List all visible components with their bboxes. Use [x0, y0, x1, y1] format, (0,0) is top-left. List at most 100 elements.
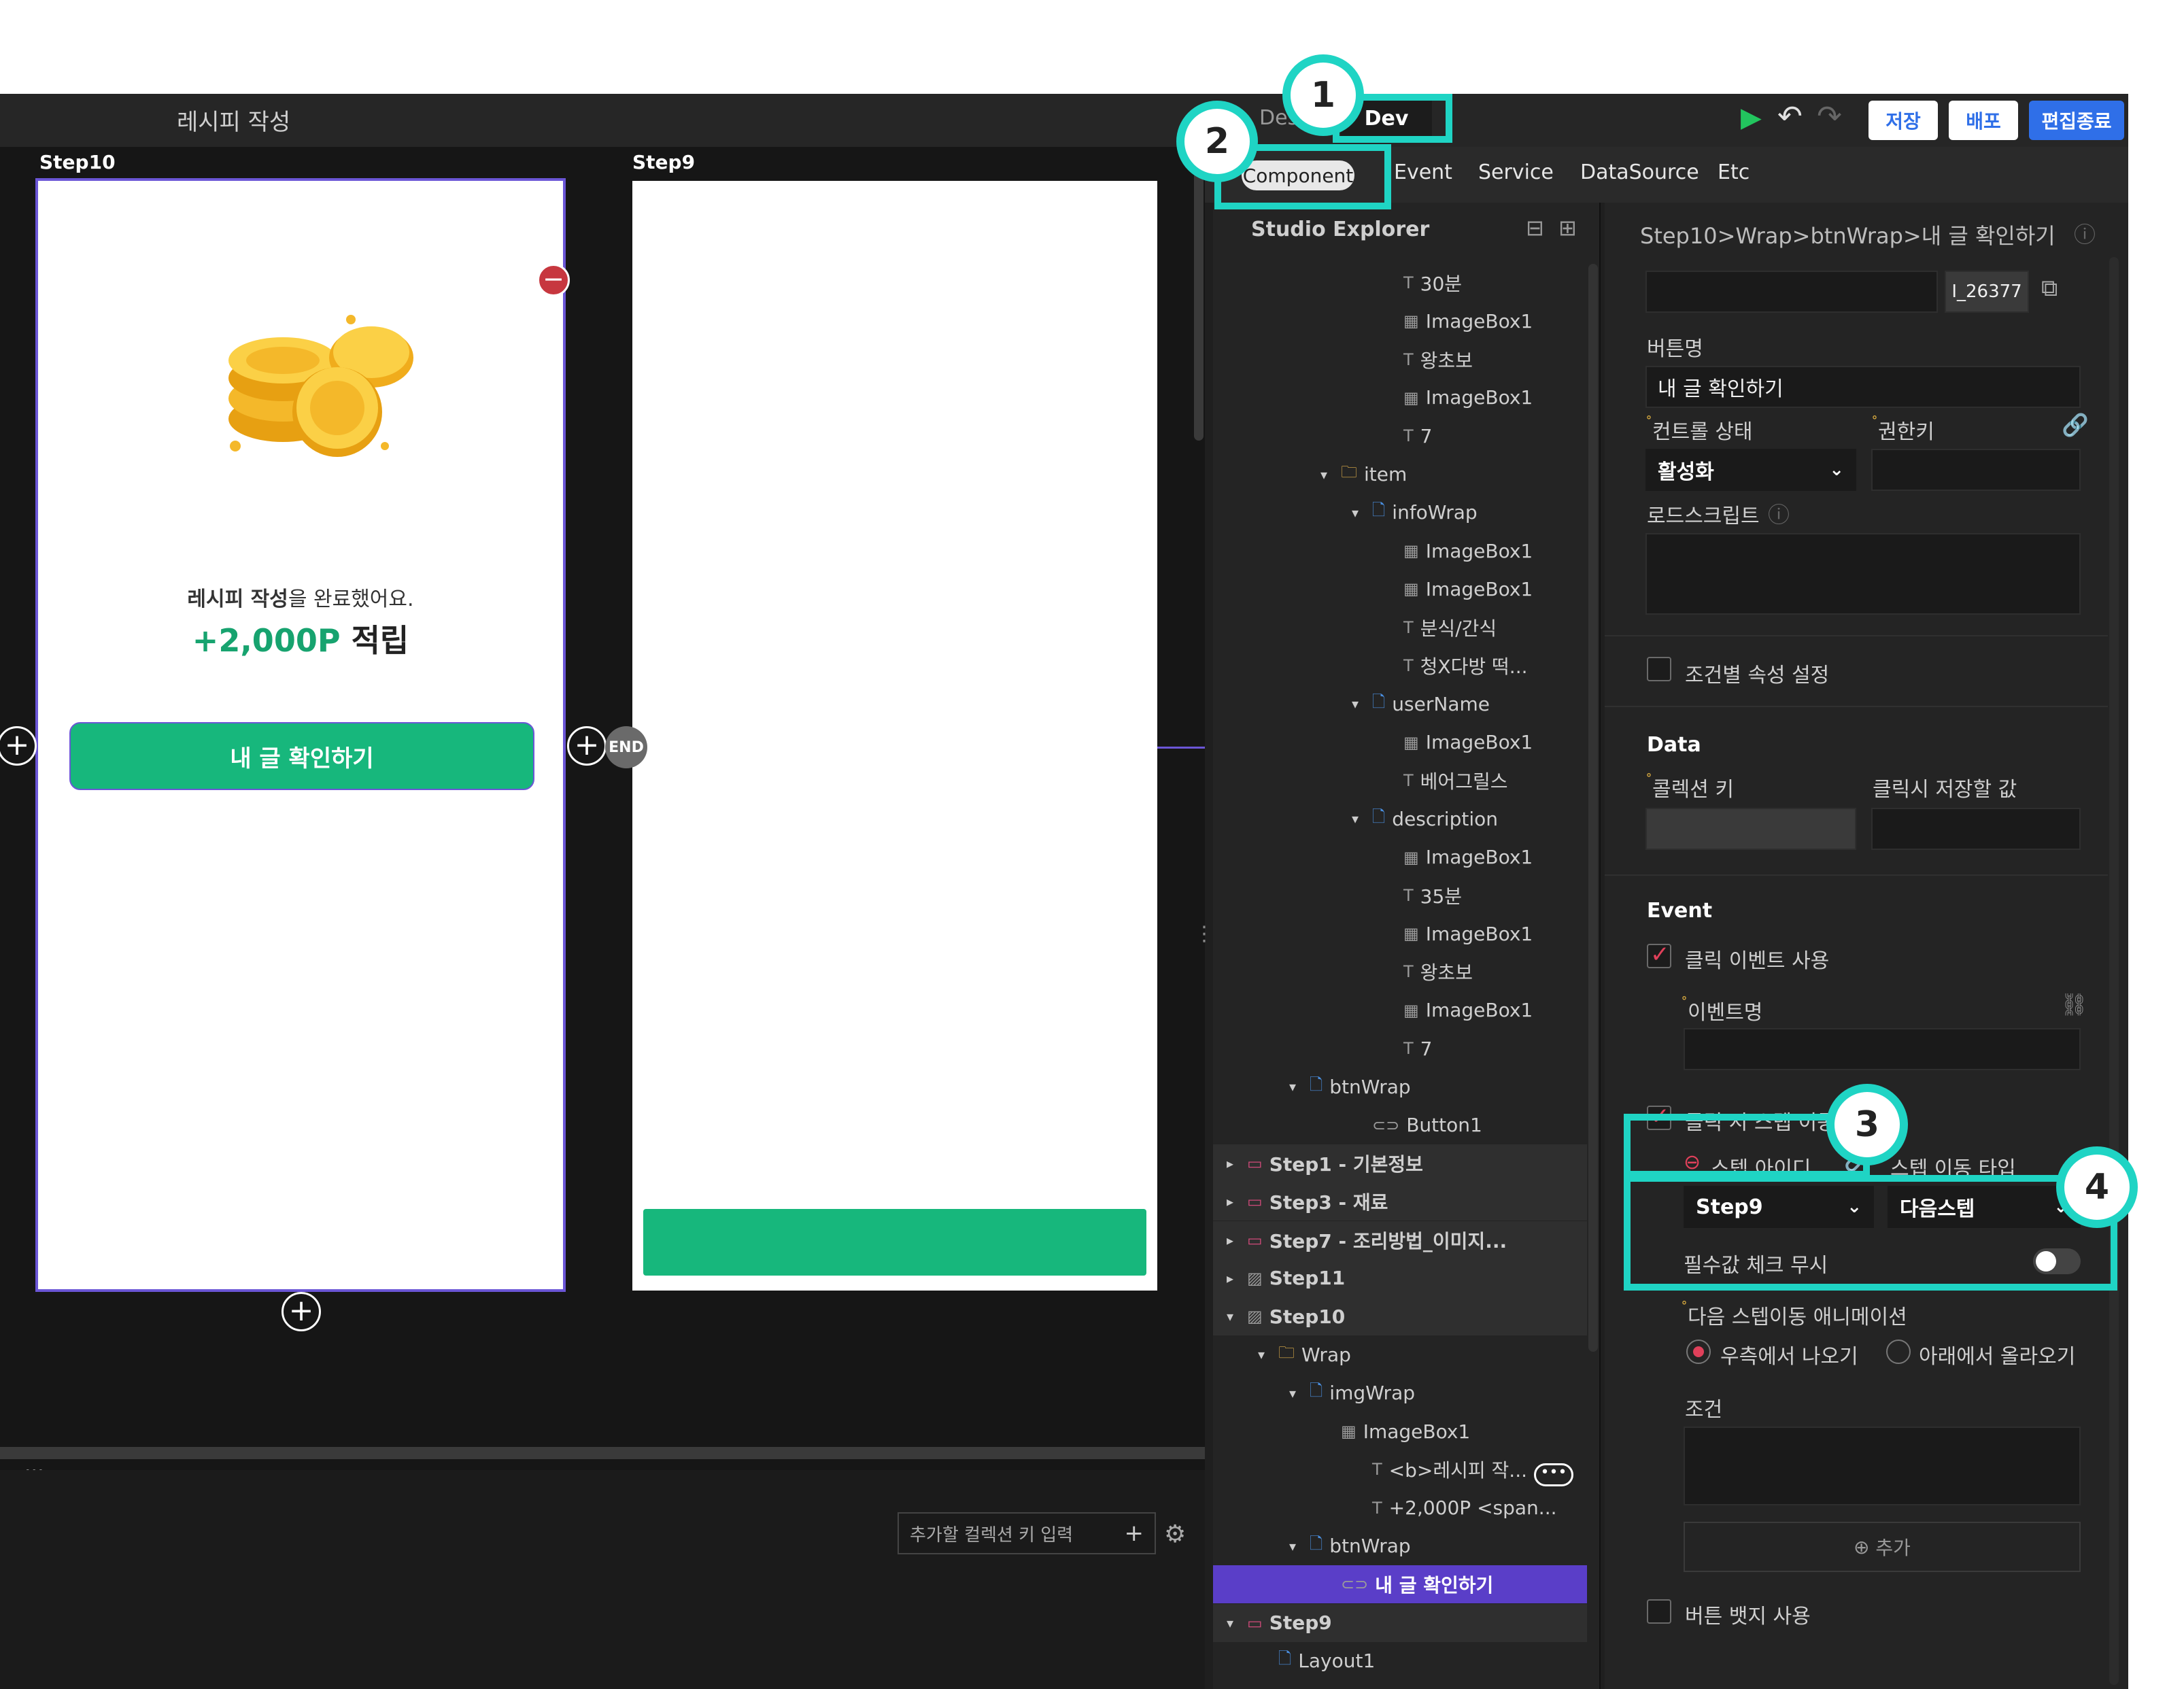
deploy-button[interactable]: 배포: [1949, 101, 2018, 140]
tree-item[interactable]: ▦ ImageBox1: [1213, 838, 1587, 876]
tree-item[interactable]: ▦ ImageBox1: [1213, 570, 1587, 608]
link-icon[interactable]: 🔗: [2062, 412, 2089, 438]
caret-icon[interactable]: ▾: [1289, 1538, 1310, 1554]
gear-icon[interactable]: ⚙: [1164, 1520, 1186, 1548]
props-scrollbar[interactable]: [2109, 257, 2119, 1685]
canvas-scrollbar[interactable]: [1194, 169, 1204, 441]
add-condition-button[interactable]: ⊕ 추가: [1684, 1522, 2081, 1572]
add-collection-icon[interactable]: +: [1125, 1520, 1144, 1547]
tab-service[interactable]: Service: [1478, 160, 1554, 184]
anim-bottom-radio[interactable]: [1886, 1340, 1911, 1364]
info-icon[interactable]: ⓘ: [2074, 218, 2096, 249]
control-state-select[interactable]: 활성화 ⌄: [1645, 449, 1856, 491]
copy-icon[interactable]: ⧉: [2041, 275, 2058, 302]
tree-item[interactable]: ▸ ▭ Step7 - 조리방법_이미지...: [1213, 1221, 1587, 1259]
load-script-info-icon[interactable]: ⓘ: [1768, 498, 1790, 529]
tab-datasource[interactable]: DataSource: [1580, 160, 1699, 184]
tree-item[interactable]: ▸ ▭ Step3 - 재료: [1213, 1182, 1587, 1221]
permission-key-input[interactable]: [1871, 449, 2081, 491]
caret-icon[interactable]: ▾: [1352, 696, 1372, 712]
tree-item[interactable]: T 청X다방 떡...: [1213, 647, 1587, 685]
collection-key-input[interactable]: 추가할 컬렉션 키 입력 +: [898, 1512, 1156, 1554]
caret-icon[interactable]: ▾: [1227, 1615, 1247, 1631]
caret-icon[interactable]: ▾: [1258, 1346, 1278, 1363]
button-name-input[interactable]: 내 글 확인하기: [1645, 366, 2081, 408]
tree-item[interactable]: ▦ ImageBox1: [1213, 302, 1587, 340]
tab-event[interactable]: Event: [1394, 160, 1452, 184]
collection-key-input[interactable]: [1645, 808, 1856, 850]
explorer-scrollbar[interactable]: [1588, 264, 1598, 1352]
caret-icon[interactable]: ▸: [1227, 1270, 1247, 1286]
confirm-post-button[interactable]: 내 글 확인하기: [69, 722, 534, 790]
caret-icon[interactable]: ▾: [1289, 1078, 1310, 1095]
tree-item[interactable]: ▦ ImageBox1: [1213, 379, 1587, 417]
tree-item[interactable]: ⊂⊃ 내 글 확인하기: [1213, 1565, 1587, 1604]
canvas-splitter[interactable]: [0, 1447, 1205, 1459]
step9-button[interactable]: [643, 1209, 1146, 1276]
caret-icon[interactable]: ▾: [1352, 811, 1372, 827]
tree-item[interactable]: ▾ 🗋 btnWrap: [1213, 1068, 1587, 1106]
add-step-between-icon[interactable]: +: [567, 726, 607, 766]
play-icon[interactable]: ▶: [1741, 102, 1762, 133]
tree-item[interactable]: ▦ ImageBox1: [1213, 915, 1587, 953]
tree-item[interactable]: ▦ ImageBox1: [1213, 532, 1587, 570]
tree-item[interactable]: ⊂⊃ Button1: [1213, 1106, 1587, 1144]
unlink-icon[interactable]: ⛓: [2060, 991, 2088, 1017]
tree-item[interactable]: ▾ 🗋 userName: [1213, 685, 1587, 723]
tree-item[interactable]: ▾ ▭ Step9: [1213, 1603, 1587, 1642]
tree-item[interactable]: ▦ ImageBox1: [1213, 991, 1587, 1029]
caret-icon[interactable]: ▾: [1320, 466, 1341, 483]
step9-preview[interactable]: [632, 181, 1157, 1291]
condition-textarea[interactable]: [1684, 1427, 2081, 1505]
exit-edit-button[interactable]: 편집종료: [2029, 101, 2124, 140]
caret-icon[interactable]: ▸: [1227, 1232, 1247, 1248]
tree-item[interactable]: T 35분: [1213, 876, 1587, 915]
tree-item[interactable]: ▾ 🗋 infoWrap: [1213, 494, 1587, 532]
conditional-attr-checkbox[interactable]: [1647, 657, 1671, 681]
caret-icon[interactable]: ▾: [1227, 1308, 1247, 1325]
caret-icon[interactable]: ▸: [1227, 1193, 1247, 1210]
tree-item[interactable]: ▾ ▨ Step10: [1213, 1297, 1587, 1336]
more-options-icon[interactable]: •••: [1534, 1463, 1573, 1486]
tree-item[interactable]: T 30분: [1213, 264, 1587, 302]
add-step-left-icon[interactable]: +: [0, 726, 37, 766]
tree-item[interactable]: ▾▭스텝버튼: [1213, 1680, 1587, 1689]
caret-icon[interactable]: ▾: [1289, 1385, 1310, 1401]
tree-item[interactable]: ▦ ImageBox1: [1213, 1412, 1587, 1450]
redo-icon[interactable]: ↷: [1817, 99, 1842, 134]
tree-item[interactable]: T7: [1213, 1029, 1587, 1068]
tree-item[interactable]: 🗋 Layout1: [1213, 1642, 1587, 1680]
tree-item[interactable]: ▾ 🗋 imgWrap: [1213, 1374, 1587, 1412]
event-name-input[interactable]: [1684, 1028, 2081, 1070]
add-step-below-icon[interactable]: +: [281, 1292, 321, 1331]
click-save-value-input[interactable]: [1871, 808, 2081, 850]
use-click-event-checkbox[interactable]: [1647, 941, 1671, 968]
resize-handle-icon[interactable]: ⋮: [1194, 924, 1214, 944]
use-button-badge-checkbox[interactable]: [1647, 1599, 1671, 1624]
id-field-blank[interactable]: [1645, 271, 1938, 313]
tree-item[interactable]: T <b>레시피 작...: [1213, 1450, 1587, 1488]
tree-item[interactable]: ▾ 🗋 description: [1213, 800, 1587, 838]
tree-item[interactable]: ▾ 🗀 item: [1213, 456, 1587, 494]
remove-step-icon[interactable]: −: [537, 264, 570, 296]
step10-preview[interactable]: 레시피 작성을 완료했어요. +2,000P 적립 내 글 확인하기: [35, 178, 566, 1292]
caret-icon[interactable]: ▸: [1227, 1155, 1247, 1172]
expand-all-icon[interactable]: ⊞: [1558, 215, 1577, 241]
tree-item[interactable]: ▾ 🗋 btnWrap: [1213, 1527, 1587, 1565]
undo-icon[interactable]: ↶: [1777, 99, 1803, 134]
collapse-all-icon[interactable]: ⊟: [1526, 215, 1544, 241]
caret-icon[interactable]: ▾: [1352, 505, 1372, 521]
anim-right-radio[interactable]: [1686, 1340, 1711, 1364]
tree-item[interactable]: ▾ 🗀 Wrap: [1213, 1335, 1587, 1374]
tree-item[interactable]: ▸ ▭ Step1 - 기본정보: [1213, 1144, 1587, 1182]
tree-item[interactable]: ▦ ImageBox1: [1213, 723, 1587, 762]
tree-item[interactable]: T7: [1213, 417, 1587, 455]
tree-item[interactable]: T 왕초보: [1213, 953, 1587, 991]
tree-item[interactable]: T 베어그릴스: [1213, 762, 1587, 800]
load-script-textarea[interactable]: [1645, 533, 2081, 615]
tree-item[interactable]: T 왕초보: [1213, 341, 1587, 379]
tab-etc[interactable]: Etc: [1718, 160, 1750, 184]
tree-item[interactable]: T 분식/간식: [1213, 609, 1587, 647]
tree-item[interactable]: ▸ ▨ Step11: [1213, 1259, 1587, 1297]
tree-item[interactable]: T +2,000P <span...: [1213, 1489, 1587, 1527]
